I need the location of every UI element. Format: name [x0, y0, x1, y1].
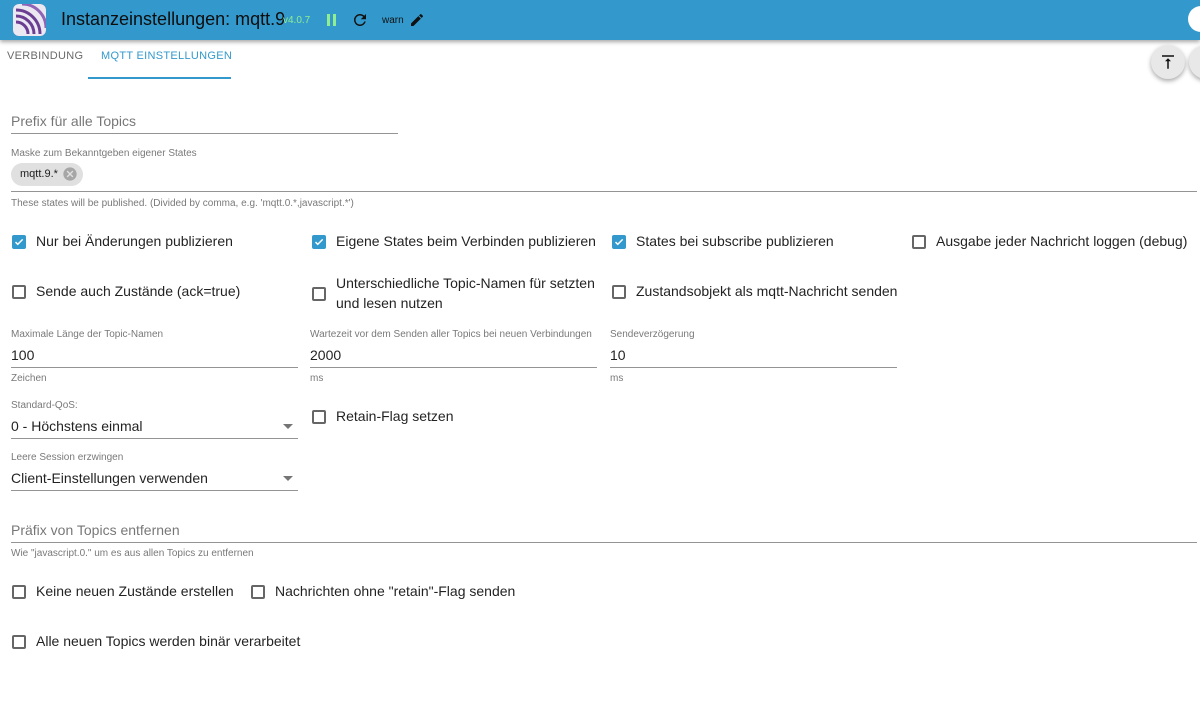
- prefix-input[interactable]: [11, 133, 398, 134]
- cancel-icon[interactable]: [62, 166, 78, 187]
- collapse-button[interactable]: [1151, 45, 1185, 79]
- checkbox-send-ack-true[interactable]: [12, 285, 26, 299]
- checkbox-no-retain-label: Nachrichten ohne "retain"-Flag senden: [275, 583, 516, 599]
- app-header: Instanzeinstellungen: mqtt.9 v4.0.7 warn: [0, 0, 1200, 40]
- checkbox-only-changes[interactable]: [12, 235, 26, 249]
- max-length-underline: [11, 367, 298, 368]
- mask-input[interactable]: [11, 191, 1197, 192]
- dropdown-arrow-icon[interactable]: [283, 424, 293, 429]
- clean-session-label: Leere Session erzwingen: [11, 452, 124, 463]
- check-icon: [614, 238, 624, 246]
- clean-session-underline: [11, 490, 298, 491]
- send-delay-input[interactable]: 10: [610, 347, 626, 363]
- vertical-align-top-icon: [1162, 55, 1174, 69]
- checkbox-retain-flag-label: Retain-Flag setzen: [336, 408, 454, 424]
- max-length-helper: Zeichen: [11, 373, 47, 384]
- wait-time-helper: ms: [310, 373, 324, 384]
- remove-prefix-label: Präfix von Topics entfernen: [11, 522, 180, 538]
- version-label: v4.0.7: [283, 15, 311, 26]
- close-button[interactable]: [1188, 6, 1200, 32]
- send-delay-underline: [610, 367, 897, 368]
- checkbox-only-changes-label: Nur bei Änderungen publizieren: [36, 233, 233, 249]
- checkbox-debug-log-label: Ausgabe jeder Nachricht loggen (debug): [936, 233, 1188, 249]
- mask-helper: These states will be published. (Divided…: [11, 198, 354, 209]
- clean-session-select[interactable]: Client-Einstellungen verwenden: [11, 470, 208, 486]
- checkbox-different-topic-names-label-line2: und lesen nutzen: [336, 295, 443, 311]
- remove-prefix-helper: Wie "javascript.0." um es aus allen Topi…: [11, 548, 254, 559]
- dropdown-arrow-icon[interactable]: [283, 476, 293, 481]
- checkbox-retain-flag[interactable]: [312, 410, 326, 424]
- mask-chip[interactable]: mqtt.9.*: [11, 163, 83, 186]
- checkbox-send-ack-true-label: Sende auch Zustände (ack=true): [36, 283, 241, 299]
- check-icon: [314, 238, 324, 246]
- checkbox-no-new-states[interactable]: [12, 585, 26, 599]
- wait-time-underline: [310, 367, 597, 368]
- wait-time-input[interactable]: 2000: [310, 347, 341, 363]
- checkbox-state-object-label: Zustandsobjekt als mqtt-Nachricht senden: [636, 283, 898, 299]
- reload-icon[interactable]: [351, 11, 369, 34]
- page-title: Instanzeinstellungen: mqtt.9: [61, 9, 286, 29]
- tab-mqtt-settings[interactable]: MQTT EINSTELLUNGEN: [101, 50, 232, 62]
- checkbox-different-topic-names-label-line1: Unterschiedliche Topic-Namen für setzten: [336, 275, 595, 291]
- qos-underline: [11, 438, 298, 439]
- check-icon: [14, 238, 24, 246]
- checkbox-different-topic-names[interactable]: [312, 287, 326, 301]
- checkbox-publish-on-subscribe-label: States bei subscribe publizieren: [636, 233, 834, 249]
- edit-icon[interactable]: [409, 12, 425, 33]
- mqtt-logo-icon: [13, 4, 46, 36]
- log-level-label: warn: [382, 15, 404, 26]
- max-length-label: Maximale Länge der Topic-Namen: [11, 329, 164, 340]
- qos-label: Standard-QoS:: [11, 400, 78, 411]
- checkbox-state-object[interactable]: [612, 285, 626, 299]
- wait-time-label: Wartezeit vor dem Senden aller Topics be…: [310, 329, 592, 340]
- checkbox-debug-log[interactable]: [912, 235, 926, 249]
- send-delay-label: Sendeverzögerung: [610, 329, 695, 340]
- checkbox-binary[interactable]: [12, 635, 26, 649]
- checkbox-publish-on-connect[interactable]: [312, 235, 326, 249]
- checkbox-publish-on-subscribe[interactable]: [612, 235, 626, 249]
- remove-prefix-input[interactable]: [11, 542, 1197, 543]
- send-delay-helper: ms: [610, 373, 624, 384]
- secondary-fab-button[interactable]: [1189, 45, 1200, 79]
- checkbox-binary-label: Alle neuen Topics werden binär verarbeit…: [36, 633, 301, 649]
- checkbox-publish-on-connect-label: Eigene States beim Verbinden publizieren: [336, 233, 596, 249]
- mask-label: Maske zum Bekanntgeben eigener States: [11, 148, 197, 159]
- active-tab-indicator: [88, 77, 231, 79]
- prefix-label: Prefix für alle Topics: [11, 113, 137, 129]
- pause-icon[interactable]: [326, 13, 338, 32]
- qos-select[interactable]: 0 - Höchstens einmal: [11, 418, 143, 434]
- checkbox-no-retain[interactable]: [251, 585, 265, 599]
- tab-verbindung[interactable]: VERBINDUNG: [7, 50, 83, 62]
- max-length-input[interactable]: 100: [11, 347, 34, 363]
- checkbox-no-new-states-label: Keine neuen Zustände erstellen: [36, 583, 234, 599]
- chip-label: mqtt.9.*: [20, 168, 58, 180]
